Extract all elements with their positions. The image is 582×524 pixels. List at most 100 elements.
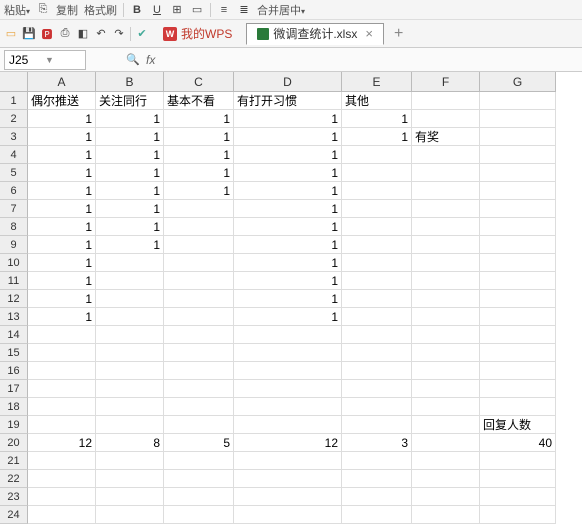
cell-A10[interactable]: 1: [28, 254, 96, 272]
merge-btn[interactable]: 合并居中▾: [257, 2, 305, 18]
cell-G23[interactable]: [480, 488, 556, 506]
cell-D3[interactable]: 1: [234, 128, 342, 146]
cell-A2[interactable]: 1: [28, 110, 96, 128]
row-header-23[interactable]: 23: [0, 488, 28, 506]
cell-E16[interactable]: [342, 362, 412, 380]
preview-icon[interactable]: ◧: [76, 27, 90, 41]
cell-G20[interactable]: 40: [480, 434, 556, 452]
cell-G3[interactable]: [480, 128, 556, 146]
cell-D20[interactable]: 12: [234, 434, 342, 452]
cell-E4[interactable]: [342, 146, 412, 164]
cell-F16[interactable]: [412, 362, 480, 380]
fx-icon[interactable]: fx: [146, 53, 155, 67]
cell-G6[interactable]: [480, 182, 556, 200]
cell-E6[interactable]: [342, 182, 412, 200]
cell-F1[interactable]: [412, 92, 480, 110]
cell-A4[interactable]: 1: [28, 146, 96, 164]
cell-D10[interactable]: 1: [234, 254, 342, 272]
row-header-20[interactable]: 20: [0, 434, 28, 452]
cell-E2[interactable]: 1: [342, 110, 412, 128]
cell-F22[interactable]: [412, 470, 480, 488]
cell-F3[interactable]: 有奖: [412, 128, 480, 146]
pdf-icon[interactable]: 🅿: [40, 27, 54, 41]
cell-C3[interactable]: 1: [164, 128, 234, 146]
tab-add-btn[interactable]: +: [388, 25, 409, 43]
cell-G2[interactable]: [480, 110, 556, 128]
cell-B6[interactable]: 1: [96, 182, 164, 200]
cell-C8[interactable]: [164, 218, 234, 236]
cell-C16[interactable]: [164, 362, 234, 380]
row-header-8[interactable]: 8: [0, 218, 28, 236]
cell-G17[interactable]: [480, 380, 556, 398]
cell-B21[interactable]: [96, 452, 164, 470]
cell-A9[interactable]: 1: [28, 236, 96, 254]
cell-A19[interactable]: [28, 416, 96, 434]
cell-E18[interactable]: [342, 398, 412, 416]
cell-B7[interactable]: 1: [96, 200, 164, 218]
cell-B19[interactable]: [96, 416, 164, 434]
align-icon[interactable]: ≡: [217, 3, 231, 17]
cell-G15[interactable]: [480, 344, 556, 362]
tab-file[interactable]: 微调查统计.xlsx ×: [246, 23, 384, 45]
cell-B3[interactable]: 1: [96, 128, 164, 146]
cell-G1[interactable]: [480, 92, 556, 110]
row-header-12[interactable]: 12: [0, 290, 28, 308]
cell-G7[interactable]: [480, 200, 556, 218]
cell-F15[interactable]: [412, 344, 480, 362]
cell-D6[interactable]: 1: [234, 182, 342, 200]
cell-D7[interactable]: 1: [234, 200, 342, 218]
save-icon[interactable]: 💾: [22, 27, 36, 41]
cell-F4[interactable]: [412, 146, 480, 164]
cell-A13[interactable]: 1: [28, 308, 96, 326]
cell-A23[interactable]: [28, 488, 96, 506]
cell-B22[interactable]: [96, 470, 164, 488]
cell-A17[interactable]: [28, 380, 96, 398]
copy-icon[interactable]: ⎘: [36, 3, 50, 17]
cell-B23[interactable]: [96, 488, 164, 506]
cell-B15[interactable]: [96, 344, 164, 362]
cell-D4[interactable]: 1: [234, 146, 342, 164]
cell-B1[interactable]: 关注同行: [96, 92, 164, 110]
cell-C9[interactable]: [164, 236, 234, 254]
cell-B13[interactable]: [96, 308, 164, 326]
cell-G19[interactable]: 回复人数: [480, 416, 556, 434]
cell-C15[interactable]: [164, 344, 234, 362]
cell-D9[interactable]: 1: [234, 236, 342, 254]
tab-close-icon[interactable]: ×: [365, 26, 373, 41]
col-header-A[interactable]: A: [28, 72, 96, 92]
zoom-icon[interactable]: 🔍: [126, 53, 140, 67]
cell-C2[interactable]: 1: [164, 110, 234, 128]
row-header-15[interactable]: 15: [0, 344, 28, 362]
name-box[interactable]: J25 ▼: [4, 50, 86, 70]
cell-E20[interactable]: 3: [342, 434, 412, 452]
underline-icon[interactable]: U: [150, 3, 164, 17]
cell-A15[interactable]: [28, 344, 96, 362]
cell-B10[interactable]: [96, 254, 164, 272]
cell-A8[interactable]: 1: [28, 218, 96, 236]
cell-F7[interactable]: [412, 200, 480, 218]
redo-icon[interactable]: ↷: [112, 27, 126, 41]
cell-E12[interactable]: [342, 290, 412, 308]
cell-D16[interactable]: [234, 362, 342, 380]
col-header-F[interactable]: F: [412, 72, 480, 92]
cell-B5[interactable]: 1: [96, 164, 164, 182]
cell-E19[interactable]: [342, 416, 412, 434]
cell-E7[interactable]: [342, 200, 412, 218]
row-header-2[interactable]: 2: [0, 110, 28, 128]
cell-G10[interactable]: [480, 254, 556, 272]
align-icon-2[interactable]: ≣: [237, 3, 251, 17]
cell-B9[interactable]: 1: [96, 236, 164, 254]
select-all-corner[interactable]: [0, 72, 28, 92]
cell-A7[interactable]: 1: [28, 200, 96, 218]
paste-btn[interactable]: 粘贴▾: [4, 2, 30, 18]
cell-F11[interactable]: [412, 272, 480, 290]
cell-B11[interactable]: [96, 272, 164, 290]
cell-D24[interactable]: [234, 506, 342, 524]
cell-F21[interactable]: [412, 452, 480, 470]
row-header-21[interactable]: 21: [0, 452, 28, 470]
row-header-10[interactable]: 10: [0, 254, 28, 272]
cell-A5[interactable]: 1: [28, 164, 96, 182]
cell-A18[interactable]: [28, 398, 96, 416]
cell-F10[interactable]: [412, 254, 480, 272]
cell-D14[interactable]: [234, 326, 342, 344]
